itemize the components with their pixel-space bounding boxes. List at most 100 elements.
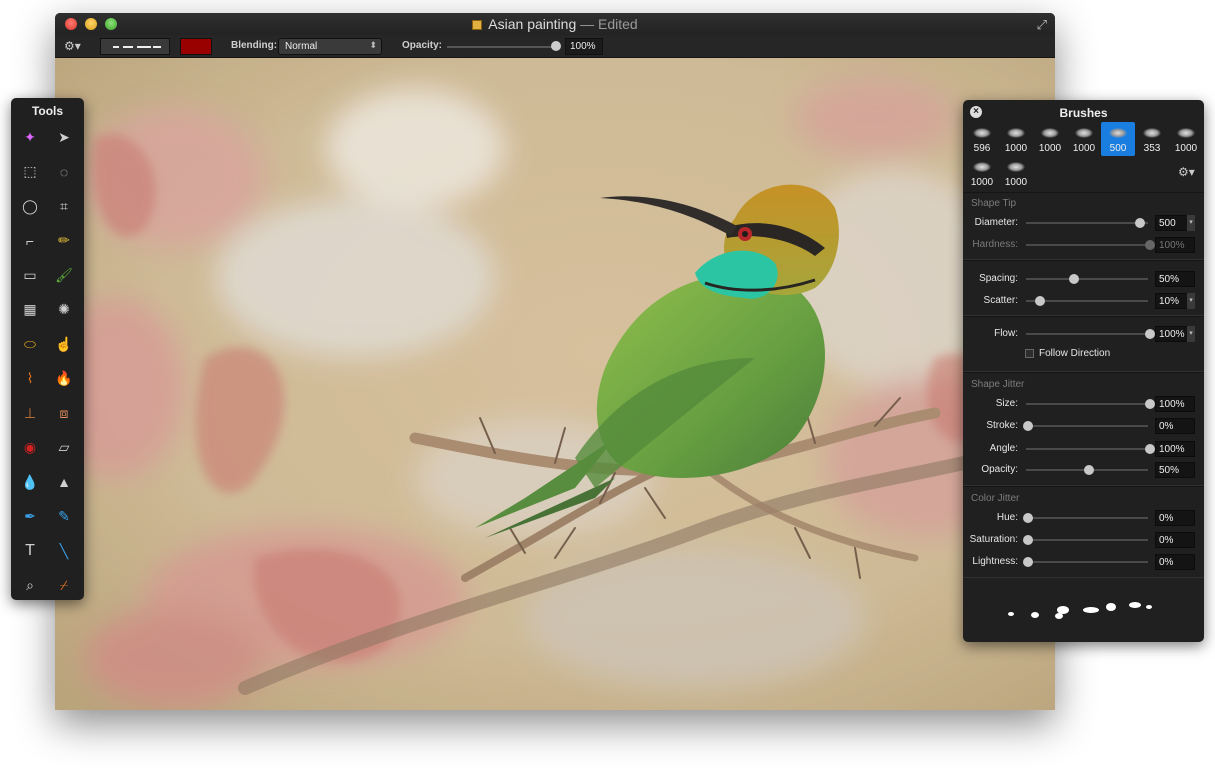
opacity-slider[interactable]: [447, 46, 559, 48]
flow-stepper[interactable]: ▾: [1187, 326, 1195, 342]
broom-icon[interactable]: ⌇: [15, 364, 45, 394]
brush-preset[interactable]: 596: [965, 122, 999, 156]
gear-icon[interactable]: ⚙▾: [1178, 165, 1195, 179]
diameter-slider-knob[interactable]: [1135, 218, 1146, 228]
pencil-icon[interactable]: ✏: [49, 226, 79, 256]
spacing-slider[interactable]: [1026, 278, 1148, 280]
spacing-section: Spacing: 50% Scatter: 10% ▾: [963, 260, 1204, 316]
lightness-slider-knob[interactable]: [1023, 557, 1033, 567]
spray-icon[interactable]: ✺: [49, 295, 79, 325]
sharpen-icon[interactable]: ▲: [49, 467, 79, 497]
jitter-opacity-slider-knob[interactable]: [1084, 465, 1094, 475]
angle-label: Angle:: [989, 443, 1018, 454]
color-jitter-title: Color Jitter: [971, 493, 1020, 504]
brush-preset[interactable]: 1000: [1033, 122, 1067, 156]
dodge-icon[interactable]: ▱: [49, 433, 79, 463]
brush-preset[interactable]: 353: [1135, 122, 1169, 156]
freeform-pen-icon[interactable]: ✎: [49, 502, 79, 532]
jitter-opacity-field[interactable]: 50%: [1155, 462, 1195, 478]
stroke-slider[interactable]: [1026, 425, 1148, 427]
gear-icon[interactable]: ⚙▾: [64, 39, 81, 53]
opacity-field[interactable]: 100%: [565, 38, 603, 55]
magic-wand-icon[interactable]: ✦: [15, 122, 45, 152]
blending-select[interactable]: Normal ⬍: [278, 38, 382, 55]
hardness-slider-knob[interactable]: [1145, 240, 1155, 250]
angle-slider-knob[interactable]: [1145, 444, 1155, 454]
angle-slider[interactable]: [1026, 448, 1148, 450]
brush-stroke-preview: [963, 590, 1204, 642]
burn-icon[interactable]: 🔥: [49, 364, 79, 394]
image-canvas[interactable]: [55, 58, 1055, 710]
hardness-slider[interactable]: [1026, 244, 1148, 246]
eraser-icon[interactable]: ▭: [15, 260, 45, 290]
smudge-icon[interactable]: ☝: [49, 329, 79, 359]
hue-slider-knob[interactable]: [1023, 513, 1033, 523]
fullscreen-icon[interactable]: ⤢: [1037, 17, 1047, 33]
brush-thumbnail-icon: [1177, 128, 1195, 138]
saturation-slider-knob[interactable]: [1023, 535, 1033, 545]
lightness-slider[interactable]: [1026, 561, 1148, 563]
gradient-icon[interactable]: ▦: [15, 295, 45, 325]
stroke-slider-knob[interactable]: [1023, 421, 1033, 431]
size-slider-knob[interactable]: [1145, 399, 1155, 409]
lasso-icon[interactable]: ◯: [15, 191, 45, 221]
brush-preset[interactable]: 1000: [999, 122, 1033, 156]
document-icon: [472, 20, 483, 30]
red-eye-icon[interactable]: ◉: [15, 433, 45, 463]
shape-tip-section: Shape Tip Diameter: 500 ▾ Hardness: 100%: [963, 192, 1204, 260]
blur-icon[interactable]: 💧: [15, 467, 45, 497]
eyedropper-icon[interactable]: ⌿: [49, 571, 79, 601]
flow-slider[interactable]: [1026, 333, 1148, 335]
pen-icon[interactable]: ✒: [15, 502, 45, 532]
move-icon[interactable]: ➤: [49, 122, 79, 152]
size-field[interactable]: 100%: [1155, 396, 1195, 412]
size-slider[interactable]: [1026, 403, 1148, 405]
rect-select-icon[interactable]: ⬚: [15, 157, 45, 187]
brush-preset-size: 1000: [1004, 143, 1028, 154]
stroke-field[interactable]: 0%: [1155, 418, 1195, 434]
paintbrush-icon[interactable]: 🖌: [49, 260, 79, 290]
saturation-field[interactable]: 0%: [1155, 532, 1195, 548]
scatter-stepper[interactable]: ▾: [1187, 293, 1195, 309]
brush-preset[interactable]: 500: [1101, 122, 1135, 156]
text-icon[interactable]: T: [15, 536, 45, 566]
scatter-slider-knob[interactable]: [1035, 296, 1046, 306]
hardness-field[interactable]: 100%: [1155, 237, 1195, 253]
brush-preset[interactable]: 1000: [1169, 122, 1203, 156]
brush-thumbnail-icon: [1007, 162, 1025, 172]
lightness-label: Lightness:: [972, 556, 1018, 567]
brush-color-well[interactable]: [180, 38, 212, 55]
hue-field[interactable]: 0%: [1155, 510, 1195, 526]
brush-preset[interactable]: 1000: [1067, 122, 1101, 156]
hue-label: Hue:: [996, 512, 1018, 523]
sponge-icon[interactable]: ⬭: [15, 329, 45, 359]
brush-preset[interactable]: 1000: [965, 156, 999, 190]
hue-slider[interactable]: [1026, 517, 1148, 519]
flow-slider-knob[interactable]: [1145, 329, 1155, 339]
follow-direction-checkbox[interactable]: [1025, 349, 1034, 358]
angle-field[interactable]: 100%: [1155, 441, 1195, 457]
diameter-slider[interactable]: [1026, 222, 1148, 224]
title-bar[interactable]: Asian painting — Edited ⤢: [55, 13, 1055, 35]
document-name: Asian painting: [488, 16, 577, 32]
crop-icon[interactable]: ⌐: [15, 226, 45, 256]
spacing-field[interactable]: 50%: [1155, 271, 1195, 287]
bandage-icon[interactable]: ⧈: [49, 398, 79, 428]
brush-preset-size: 1000: [1004, 177, 1028, 188]
diameter-stepper[interactable]: ▾: [1187, 215, 1195, 231]
color-jitter-section: Color Jitter Hue: 0% Saturation: 0% Ligh…: [963, 486, 1204, 578]
stamp-icon[interactable]: ⊥: [15, 398, 45, 428]
saturation-slider[interactable]: [1026, 539, 1148, 541]
polygon-lasso-icon[interactable]: ⌗: [49, 191, 79, 221]
scatter-label: Scatter:: [983, 295, 1018, 306]
lightness-field[interactable]: 0%: [1155, 554, 1195, 570]
spacing-slider-knob[interactable]: [1069, 274, 1080, 284]
ellipse-select-icon[interactable]: ◌: [49, 157, 79, 187]
brush-preview-button[interactable]: [100, 38, 170, 55]
saturation-label: Saturation:: [969, 534, 1018, 545]
line-icon[interactable]: ╲: [49, 536, 79, 566]
brush-preset-size: 353: [1143, 143, 1161, 154]
zoom-icon[interactable]: ⌕: [15, 571, 45, 601]
brush-preset[interactable]: 1000: [999, 156, 1033, 190]
opacity-slider-knob[interactable]: [551, 41, 561, 51]
